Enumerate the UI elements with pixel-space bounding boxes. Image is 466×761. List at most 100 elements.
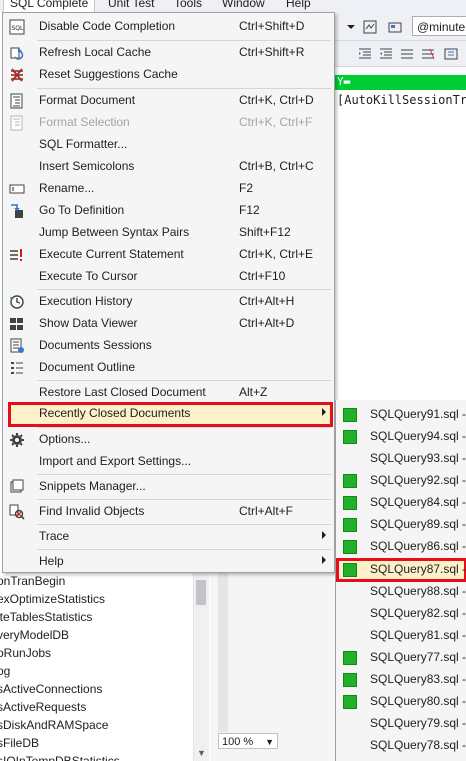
menu-item-document-outline[interactable]: Document Outline	[3, 357, 334, 379]
dropdown-arrow-icon[interactable]	[341, 17, 361, 37]
menu-item-execute-to-cursor[interactable]: Execute To Cursor Ctrl+F10	[3, 266, 334, 288]
zoom-selector[interactable]: 100 % ▼	[218, 733, 278, 749]
list-item[interactable]: sIOInTempDBStatistics	[0, 752, 210, 761]
outdent-icon[interactable]	[376, 44, 396, 64]
menu-separator	[37, 427, 331, 428]
list-item[interactable]: og	[0, 662, 210, 680]
gutter-column	[218, 572, 228, 732]
menu-item-sql-formatter[interactable]: SQL Formatter...	[3, 134, 334, 156]
scroll-down-icon[interactable]: ▼	[197, 748, 206, 758]
sql-file-icon	[343, 430, 357, 444]
menu-item-jump-between-syntax-pairs[interactable]: Jump Between Syntax Pairs Shift+F12	[3, 222, 334, 244]
menu-separator	[37, 40, 331, 41]
toolbar-secondary	[335, 41, 466, 67]
recent-document-item[interactable]: SQLQuery80.sql -	[336, 691, 466, 713]
list-item[interactable]: sFileDB	[0, 734, 210, 752]
menu-item-insert-semicolons[interactable]: Insert Semicolons Ctrl+B, Ctrl+C	[3, 156, 334, 178]
menu-item-rename[interactable]: Rename... F2	[3, 178, 334, 200]
list-item[interactable]: oRunJobs	[0, 644, 210, 662]
list-item[interactable]: onTranBegin	[0, 572, 210, 590]
document-outline-icon	[9, 360, 25, 376]
recent-document-item[interactable]: SQLQuery82.sql -	[336, 603, 466, 625]
menu-item-options[interactable]: Options...	[3, 429, 334, 451]
chevron-down-icon[interactable]: ▼	[265, 734, 274, 750]
list-item[interactable]: sActiveRequests	[0, 698, 210, 716]
recent-document-item[interactable]: SQLQuery81.sql -	[336, 625, 466, 647]
list-item[interactable]: sActiveConnections	[0, 680, 210, 698]
menu-item-documents-sessions[interactable]: Documents Sessions	[3, 335, 334, 357]
menu-item-restore-last-closed-document[interactable]: Restore Last Closed Document Alt+Z	[3, 382, 334, 404]
menu-item-execution-history[interactable]: Execution History Ctrl+Alt+H	[3, 291, 334, 313]
sql-file-icon	[343, 408, 357, 422]
recent-document-item[interactable]: SQLQuery86.sql -	[336, 536, 466, 558]
recent-document-item[interactable]: SQLQuery91.sql -	[336, 404, 466, 426]
sql-file-icon	[343, 695, 357, 709]
recent-document-item[interactable]: SQLQuery92.sql -	[336, 470, 466, 492]
menu-item-reset-suggestions-cache[interactable]: Reset Suggestions Cache	[3, 64, 334, 86]
menu-item-refresh-local-cache[interactable]: Refresh Local Cache Ctrl+Shift+R	[3, 42, 334, 64]
recently-closed-submenu: SQLQuery91.sql - SQLQuery94.sql - SQLQue…	[335, 400, 466, 761]
menu-item-find-invalid-objects[interactable]: Find Invalid Objects Ctrl+Alt+F	[3, 501, 334, 523]
properties-icon[interactable]	[385, 17, 405, 37]
specify-values-icon[interactable]	[441, 44, 461, 64]
history-icon	[9, 294, 25, 310]
menu-item-format-selection[interactable]: Format Selection Ctrl+K, Ctrl+F	[3, 112, 334, 134]
recent-document-item[interactable]: SQLQuery84.sql -	[336, 492, 466, 514]
format-selection-icon	[9, 115, 25, 131]
recent-document-item[interactable]: SQLQuery77.sql -	[336, 647, 466, 669]
menu-help[interactable]: Help	[286, 0, 311, 10]
format-document-icon	[9, 93, 25, 109]
list-item[interactable]: exOptimizeStatistics	[0, 590, 210, 608]
recent-document-item[interactable]: SQLQuery94.sql -	[336, 426, 466, 448]
scrollbar-thumb[interactable]	[196, 580, 206, 605]
recent-document-item[interactable]: SQLQuery88.sql -	[336, 581, 466, 603]
menu-item-import-export-settings[interactable]: Import and Export Settings...	[3, 451, 334, 473]
recent-document-item[interactable]: SQLQuery89.sql -	[336, 514, 466, 536]
sql-file-icon	[343, 540, 357, 554]
go-to-definition-icon	[9, 203, 25, 219]
object-explorer-icon[interactable]	[360, 17, 380, 37]
comment-icon[interactable]	[397, 44, 417, 64]
svg-text:SQL: SQL	[12, 25, 25, 32]
submenu-arrow-icon	[322, 408, 326, 416]
menu-sql-complete[interactable]: SQL Complete	[3, 0, 96, 12]
object-list-scrollbar[interactable]: ▼	[193, 572, 209, 761]
menu-unit-test[interactable]: Unit Test	[108, 0, 154, 10]
editor-code-line: [AutoKillSessionTra	[337, 93, 466, 107]
menu-tools[interactable]: Tools	[174, 0, 202, 10]
recent-document-item[interactable]: SQLQuery78.sql -	[336, 735, 466, 757]
menu-item-disable-code-completion[interactable]: SQL Disable Code Completion Ctrl+Shift+D	[3, 16, 334, 38]
menu-window[interactable]: Window	[222, 0, 265, 10]
list-item[interactable]: sDiskAndRAMSpace	[0, 716, 210, 734]
sql-file-icon	[343, 474, 357, 488]
menu-item-format-document[interactable]: Format Document Ctrl+K, Ctrl+D	[3, 90, 334, 112]
menu-item-go-to-definition[interactable]: Go To Definition F12	[3, 200, 334, 222]
sql-file-icon	[343, 673, 357, 687]
menu-item-help[interactable]: Help	[3, 551, 334, 573]
uncomment-icon[interactable]	[418, 44, 438, 64]
list-item[interactable]: iteTablesStatistics	[0, 608, 210, 626]
rename-icon	[9, 181, 25, 197]
list-item[interactable]: veryModelDB	[0, 626, 210, 644]
menu-separator	[37, 380, 331, 381]
menu-item-execute-current-statement[interactable]: Execute Current Statement Ctrl+K, Ctrl+E	[3, 244, 334, 266]
menu-item-show-data-viewer[interactable]: Show Data Viewer Ctrl+Alt+D	[3, 313, 334, 335]
indent-icon[interactable]	[355, 44, 375, 64]
recent-document-item-selected[interactable]: SQLQuery87.sql -	[336, 559, 466, 581]
recent-document-item[interactable]: SQLQuery79.sql -	[336, 713, 466, 735]
sql-file-icon	[343, 651, 357, 665]
zoom-value: 100 %	[222, 736, 254, 748]
menu-item-snippets-manager[interactable]: Snippets Manager...	[3, 476, 334, 498]
sql-file-icon	[343, 563, 357, 577]
database-selector[interactable]: @minute	[412, 16, 466, 36]
reset-cache-icon	[9, 67, 25, 83]
object-list[interactable]: onTranBegin exOptimizeStatistics iteTabl…	[0, 572, 210, 761]
sql-complete-menu: SQL Disable Code Completion Ctrl+Shift+D…	[2, 12, 335, 573]
recent-document-item[interactable]: SQLQuery93.sql -	[336, 448, 466, 470]
menu-item-trace[interactable]: Trace	[3, 526, 334, 548]
recent-document-item[interactable]: SQLQuery83.sql -	[336, 669, 466, 691]
menu-item-recently-closed-documents[interactable]: Recently Closed Documents	[3, 403, 334, 425]
menu-separator	[37, 499, 331, 500]
documents-sessions-icon	[9, 338, 25, 354]
sql-icon: SQL	[9, 19, 25, 35]
